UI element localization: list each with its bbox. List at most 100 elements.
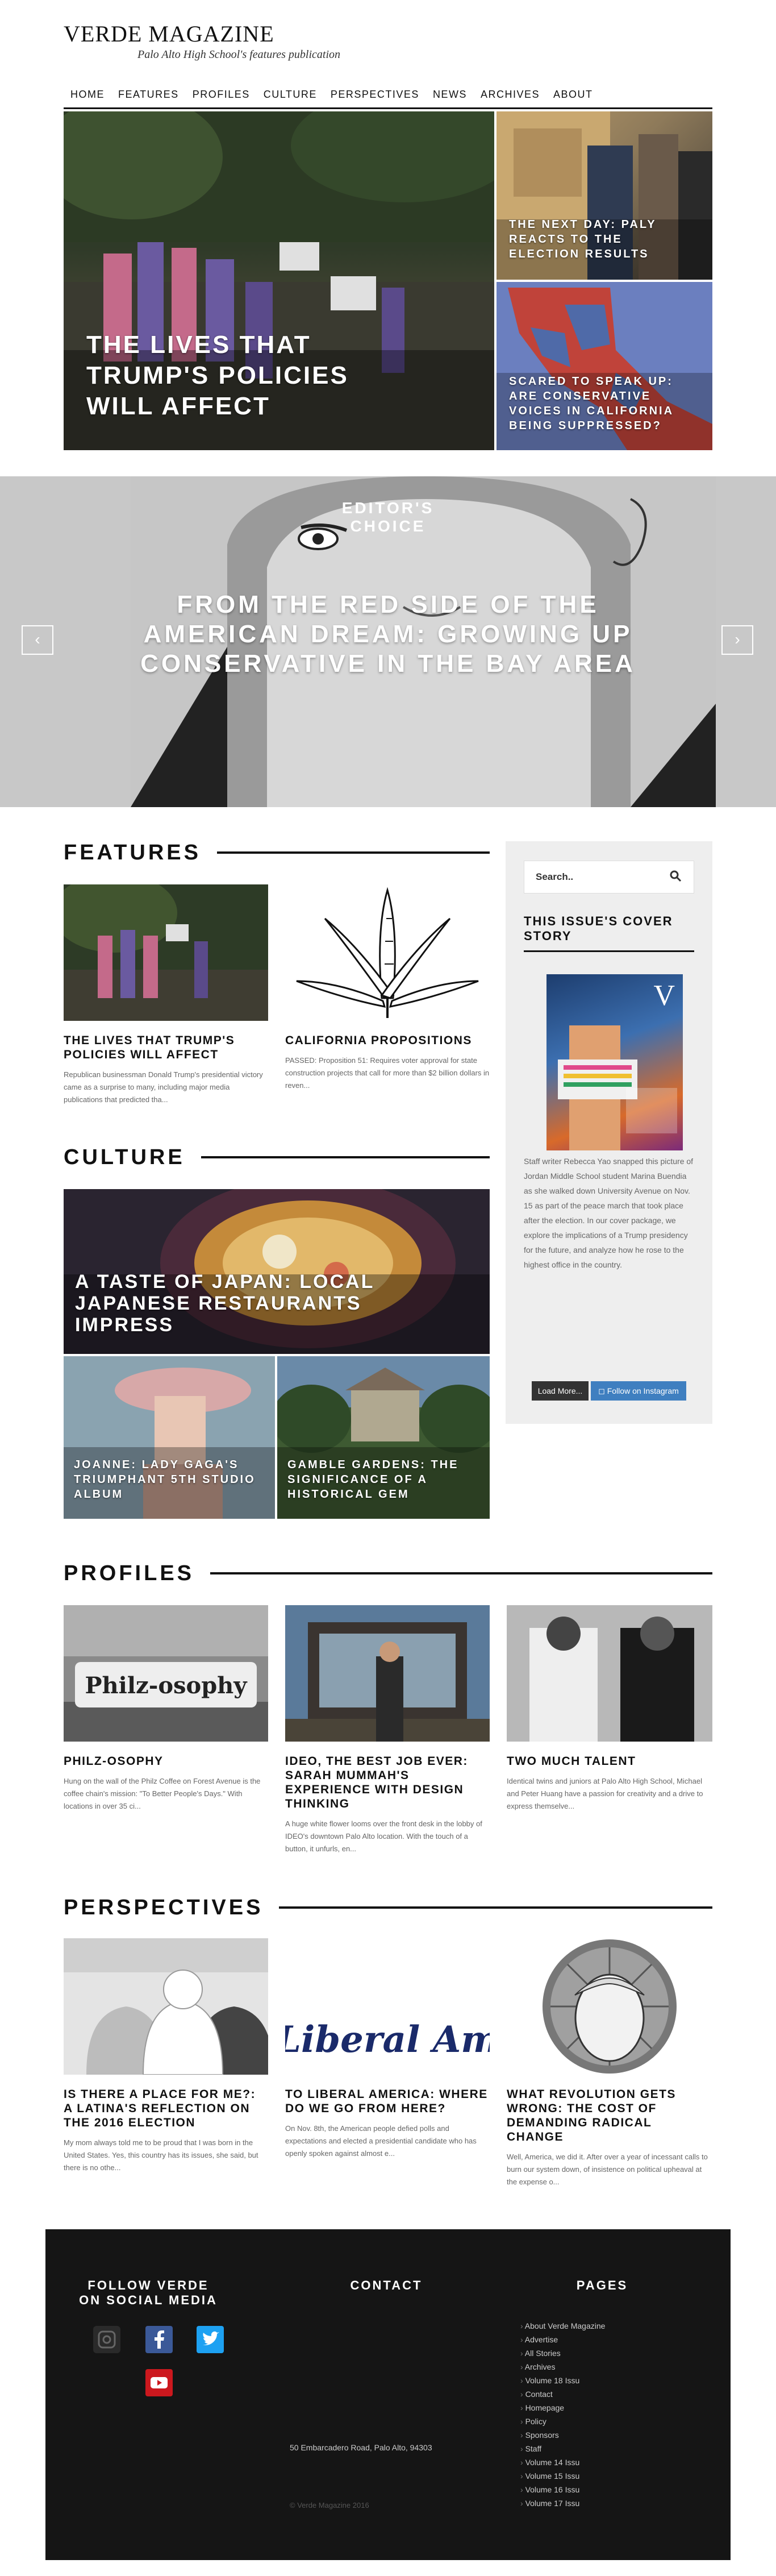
card-title[interactable]: TWO MUCH TALENT [507,1754,712,1768]
features-heading-text[interactable]: FEATURES [64,841,201,865]
load-more-button[interactable]: Load More... [532,1381,589,1401]
search-icon[interactable] [669,869,682,883]
card-excerpt: Hung on the wall of the Philz Coffee on … [64,1777,261,1810]
divider [524,950,694,952]
perspective-card[interactable]: IS THERE A PLACE FOR ME?: A LATINA'S REF… [64,1938,268,2174]
twins-photo [507,1605,712,1742]
main-nav: HOME FEATURES PROFILES CULTURE PERSPECTI… [64,85,712,109]
nav-profiles[interactable]: PROFILES [186,85,257,106]
site-tagline: Palo Alto High School's features publica… [137,48,341,61]
footer-page-link[interactable]: Policy [520,2415,605,2428]
search-box[interactable]: Search.. [524,861,694,894]
site-title[interactable]: VERDE MAGAZINE [64,20,340,47]
cover-image[interactable]: V [546,974,683,1150]
card-image [507,1938,712,2075]
features-heading: FEATURES [64,840,490,865]
culture-heading-text[interactable]: CULTURE [64,1145,185,1170]
card-excerpt: Well, America, we did it. After over a y… [507,2153,708,2186]
twitter-icon[interactable] [197,2326,224,2353]
divider [210,1572,712,1574]
culture-story-gamble-gardens[interactable]: GAMBLE GARDENS: THE SIGNIFICANCE OF A HI… [277,1356,490,1519]
editors-choice-label: EDITOR'S CHOICE [341,499,435,535]
sidebar: Search.. THIS ISSUE'S COVER STORY V Staf… [506,841,712,1424]
perspective-card[interactable]: WHAT REVOLUTION GETS WRONG: THE COST OF … [507,1938,712,2188]
card-title[interactable]: IDEO, THE BEST JOB EVER: SARAH MUMMAH'S … [285,1754,490,1811]
slider-next-button[interactable]: › [721,625,753,655]
culture-big-title: A TASTE OF JAPAN: LOCAL JAPANESE RESTAUR… [75,1271,374,1336]
editors-choice-slider: EDITOR'S CHOICE FROM THE RED SIDE OF THE… [0,476,776,807]
footer-page-link[interactable]: Staff [520,2442,605,2455]
card-title[interactable]: THE LIVES THAT TRUMP'S POLICIES WILL AFF… [64,1033,268,1062]
card-image [285,1605,490,1742]
profile-card[interactable]: Philz-osophy PHILZ-OSOPHY Hung on the wa… [64,1605,268,1813]
ideo-office-photo [285,1605,490,1742]
facebook-icon[interactable] [145,2326,173,2353]
footer-page-link[interactable]: Homepage [520,2401,605,2415]
card-title[interactable]: IS THERE A PLACE FOR ME?: A LATINA'S REF… [64,2087,268,2130]
footer-page-link[interactable]: Volume 15 Issu [520,2469,605,2483]
footer-page-link[interactable]: Archives [520,2360,605,2374]
footer-page-link[interactable]: Sponsors [520,2428,605,2442]
nav-about[interactable]: ABOUT [546,85,600,106]
cover-story-text: Staff writer Rebecca Yao snapped this pi… [524,1157,694,1269]
card-image: Liberal Am [285,1938,490,2075]
editors-choice-title[interactable]: FROM THE RED SIDE OF THE AMERICAN DREAM:… [104,590,672,679]
follow-instagram-label: Follow on Instagram [607,1386,679,1395]
card-image: Philz-osophy [64,1605,268,1742]
hero-tr-title: THE NEXT DAY: PALY REACTS TO THE ELECTIO… [509,218,657,260]
card-image [285,884,490,1021]
card-image [64,884,268,1021]
card-excerpt: A huge white flower looms over the front… [285,1819,482,1853]
flag-leaf-illustration [296,887,479,1018]
card-image [507,1605,712,1742]
search-input[interactable]: Search.. [536,871,573,883]
card-excerpt: My mom always told me to be proud that I… [64,2138,258,2172]
footer-page-link[interactable]: Volume 16 Issu [520,2483,605,2496]
philz-sign-text: Philz-osophy [85,1672,248,1699]
footer-page-link[interactable]: Volume 17 Issu [520,2496,605,2510]
profiles-heading-text[interactable]: PROFILES [64,1561,194,1586]
masthead: VERDE MAGAZINE Palo Alto High School's f… [64,20,340,61]
footer-social-heading: FOLLOW VERDE ON SOCIAL MEDIA [79,2278,218,2307]
silhouettes-illustration [64,1938,268,2075]
chevron-right-icon: › [735,630,740,648]
card-title[interactable]: CALIFORNIA PROPOSITIONS [285,1033,490,1048]
perspectives-heading-text[interactable]: PERSPECTIVES [64,1896,263,1920]
footer-page-link[interactable]: Volume 14 Issu [520,2455,605,2469]
youtube-icon[interactable] [145,2369,173,2396]
footer-page-link[interactable]: Advertise [520,2333,605,2346]
card-title[interactable]: TO LIBERAL AMERICA: WHERE DO WE GO FROM … [285,2087,490,2116]
nav-perspectives[interactable]: PERSPECTIVES [324,85,426,106]
instagram-icon[interactable] [93,2326,120,2353]
hero-story-election-reactions[interactable]: THE NEXT DAY: PALY REACTS TO THE ELECTIO… [497,111,712,280]
footer-page-link[interactable]: Contact [520,2387,605,2401]
card-title[interactable]: WHAT REVOLUTION GETS WRONG: THE COST OF … [507,2087,712,2144]
nav-news[interactable]: NEWS [426,85,474,106]
feature-card[interactable]: THE LIVES THAT TRUMP'S POLICIES WILL AFF… [64,884,268,1106]
instagram-icon: ◻ [598,1386,607,1395]
nav-features[interactable]: FEATURES [111,85,186,106]
card-title[interactable]: PHILZ-OSOPHY [64,1754,268,1768]
culture-right-title: GAMBLE GARDENS: THE SIGNIFICANCE OF A HI… [287,1459,459,1501]
hero-grid: THE LIVES THAT TRUMP'S POLICIES WILL AFF… [64,111,712,450]
nav-archives[interactable]: ARCHIVES [474,85,546,106]
culture-feature-japan[interactable]: A TASTE OF JAPAN: LOCAL JAPANESE RESTAUR… [64,1189,490,1354]
hero-story-conservative-voices[interactable]: SCARED TO SPEAK UP: ARE CONSERVATIVE VOI… [497,282,712,450]
nav-home[interactable]: HOME [64,85,111,106]
card-image [64,1938,268,2075]
cover-logo: V [653,979,675,1012]
profile-card[interactable]: TWO MUCH TALENT Identical twins and juni… [507,1605,712,1813]
perspective-card[interactable]: Liberal Am TO LIBERAL AMERICA: WHERE DO … [285,1938,490,2160]
feature-card[interactable]: CALIFORNIA PROPOSITIONS PASSED: Proposit… [285,884,490,1092]
nav-culture[interactable]: CULTURE [257,85,324,106]
footer-page-link[interactable]: Volume 18 Issu [520,2374,605,2387]
slider-prev-button[interactable]: ‹ [22,625,53,655]
profile-card[interactable]: IDEO, THE BEST JOB EVER: SARAH MUMMAH'S … [285,1605,490,1855]
footer-page-link[interactable]: About Verde Magazine [520,2319,606,2333]
follow-instagram-button[interactable]: ◻ Follow on Instagram [591,1381,686,1401]
divider [279,1906,712,1909]
hero-main-story[interactable]: THE LIVES THAT TRUMP'S POLICIES WILL AFF… [64,111,494,450]
footer-page-link[interactable]: All Stories [520,2346,605,2360]
card-excerpt: PASSED: Proposition 51: Requires voter a… [285,1056,490,1090]
culture-story-gaga[interactable]: JOANNE: LADY GAGA'S TRIUMPHANT 5TH STUDI… [64,1356,275,1519]
